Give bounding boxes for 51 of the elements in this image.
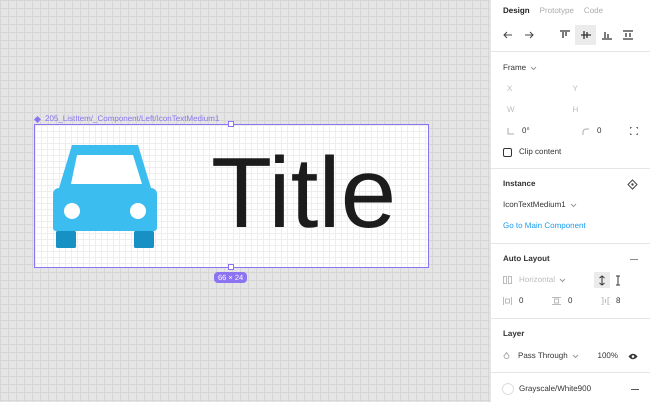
resize-handle[interactable] [228, 121, 234, 127]
section-title: Frame [503, 62, 526, 74]
spacing-value[interactable]: 8 [616, 295, 620, 307]
checkbox-label: Clip content [519, 146, 562, 158]
fill-name[interactable]: Grayscale/White900 [519, 383, 592, 395]
spacing-icon [601, 297, 610, 305]
arrow-left-icon[interactable] [503, 30, 513, 38]
blend-mode-dropdown[interactable]: Pass Through [518, 350, 568, 362]
align-bottom-icon [602, 30, 612, 40]
opacity-value[interactable]: 100% [598, 350, 618, 362]
align-button[interactable] [575, 24, 596, 44]
field-label: H [572, 104, 580, 116]
section-title: Layer [503, 328, 526, 340]
section-title: Instance [503, 178, 536, 190]
field-label: W [507, 104, 516, 116]
component-icon [34, 116, 41, 122]
padding-value[interactable]: 0 [568, 295, 601, 307]
chevron-down-icon [570, 202, 577, 208]
distribute-icon [622, 30, 632, 40]
drop-icon [503, 352, 510, 360]
title-text: Title [211, 143, 396, 243]
color-swatch[interactable] [502, 383, 514, 395]
resize-button[interactable] [594, 272, 610, 288]
vertical-arrows-icon [598, 274, 606, 286]
columns-icon [503, 276, 512, 284]
padding-vertical-icon [552, 297, 561, 305]
text-cursor-icon [615, 274, 621, 286]
panel-tab[interactable]: Design [503, 5, 530, 17]
chevron-down-icon [559, 278, 566, 282]
component-frame[interactable]: Title [34, 124, 429, 268]
padding-horizontal-icon [503, 297, 512, 305]
arrow-right-icon[interactable] [524, 30, 534, 38]
align-top-icon [560, 30, 570, 40]
field-label: Y [572, 83, 579, 95]
field-label: X [507, 83, 514, 95]
reset-instance-icon[interactable] [627, 178, 638, 190]
chevron-down-icon [530, 66, 538, 70]
checkbox[interactable] [503, 148, 512, 156]
section-title: Auto Layout [503, 253, 550, 265]
instance-name[interactable]: IconTextMedium1 [503, 199, 566, 211]
component-label: 205_ListItem/_Component/Left/IconTextMedium1 [45, 113, 220, 125]
rotation-value[interactable]: 0° [522, 125, 582, 137]
chevron-down-icon [572, 354, 579, 358]
angle-icon [507, 128, 514, 134]
expand-icon[interactable] [630, 127, 638, 135]
eye-icon[interactable] [628, 352, 638, 360]
resize-handle[interactable] [228, 264, 234, 270]
corner-radius-icon [582, 128, 589, 134]
radius-value[interactable]: 0 [597, 125, 602, 137]
padding-value[interactable]: 0 [519, 295, 552, 307]
align-center-icon [580, 30, 590, 40]
